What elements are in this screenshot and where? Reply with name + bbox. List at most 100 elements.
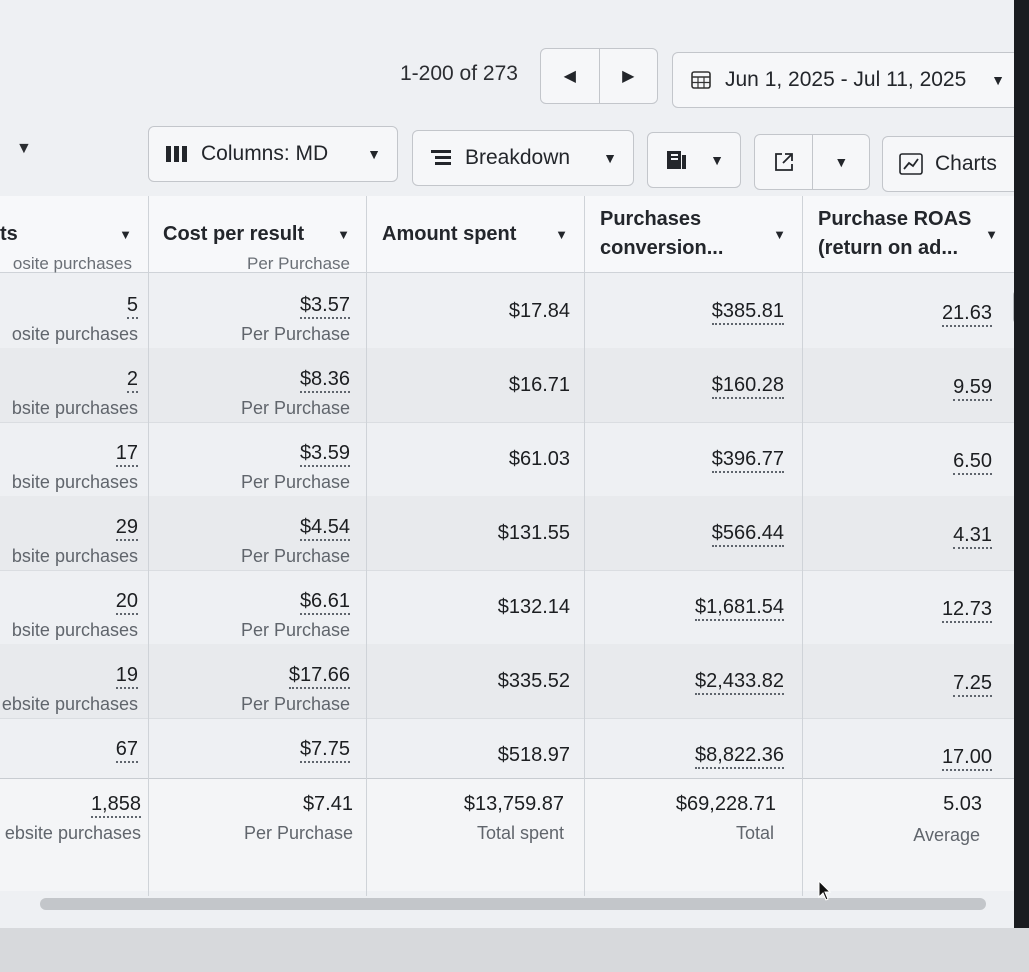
columns-button[interactable]: Columns: MD ▼ xyxy=(148,126,398,182)
results-cell[interactable]: 67 xyxy=(115,738,138,763)
column-header-amount-spent[interactable]: Amount spent ▼ xyxy=(366,196,584,272)
roas-cell[interactable]: 12.73 xyxy=(941,598,992,623)
total-results-value: 1,858 xyxy=(90,793,141,818)
total-results[interactable]: 1,858 xyxy=(90,793,141,818)
report-icon xyxy=(667,151,686,169)
cost-per-result-cell[interactable]: $6.61 xyxy=(299,590,350,615)
chevron-down-icon: ▼ xyxy=(710,152,724,168)
results-sub-cell: osite purchases xyxy=(11,324,138,344)
roas-cell-value: 17.00 xyxy=(941,746,992,771)
amount-spent-cell: $17.84 xyxy=(508,300,570,322)
column-header-label: Purchase ROAS (return on ad... xyxy=(818,205,971,263)
date-range-picker[interactable]: Jun 1, 2025 - Jul 11, 2025 ▼ xyxy=(672,52,1014,108)
cost-per-result-cell[interactable]: $7.75 xyxy=(299,738,350,763)
chevron-down-icon: ▼ xyxy=(773,226,786,242)
results-cell[interactable]: 29 xyxy=(115,516,138,541)
chevron-left-icon: ◀ xyxy=(563,68,576,85)
chevron-right-icon: ▶ xyxy=(622,68,635,85)
purchases-value-cell-value: $396.77 xyxy=(711,448,784,473)
roas-cell-value: 4.31 xyxy=(953,524,992,549)
results-sub-cell: bsite purchases xyxy=(11,472,138,492)
table-header: ts ▼ Cost per result ▼ Amount spent ▼ Pu… xyxy=(0,196,1014,273)
table-row[interactable]: 5 osite purchases $3.57 Per Purchase $17.84 $… xyxy=(0,274,1014,349)
horizontal-scrollbar[interactable] xyxy=(40,898,986,910)
results-cell-value: 17 xyxy=(115,442,138,467)
roas-cell[interactable]: 6.50 xyxy=(953,450,992,475)
table-row[interactable]: 29 bsite purchases $4.54 Per Purchase $131.5… xyxy=(0,496,1014,571)
cost-per-result-cell-value: $7.75 xyxy=(299,738,350,763)
purchases-value-cell[interactable]: $396.77 xyxy=(711,448,784,473)
cost-per-result-cell-value: $3.57 xyxy=(299,294,350,319)
chevron-down-icon[interactable]: ▼ xyxy=(16,140,32,158)
roas-cell[interactable]: 7.25 xyxy=(953,672,992,697)
export-button-group: ▼ xyxy=(754,134,870,190)
scrolled-row-peek: Per Purchase xyxy=(247,254,350,273)
roas-cell[interactable]: 21.63 xyxy=(941,302,992,327)
table-row[interactable]: 19 ebsite purchases $17.66 Per Purchase $335… xyxy=(0,644,1014,719)
amount-spent-cell: $132.14 xyxy=(497,596,570,618)
column-header-purchases-conversion[interactable]: Purchases conversion... ▼ xyxy=(584,196,802,272)
reports-button[interactable]: ▼ xyxy=(647,132,741,188)
cost-per-result-cell[interactable]: $3.57 xyxy=(299,294,350,319)
roas-cell[interactable]: 17.00 xyxy=(941,746,992,771)
amount-spent-cell: $518.97 xyxy=(497,744,570,766)
cost-per-result-cell-value: $17.66 xyxy=(288,664,350,689)
column-divider xyxy=(802,196,803,896)
chart-icon xyxy=(899,153,923,175)
export-menu-button[interactable]: ▼ xyxy=(813,135,869,189)
column-divider xyxy=(584,196,585,896)
results-cell[interactable]: 19 xyxy=(115,664,138,689)
column-header-label: Purchases conversion... xyxy=(600,205,723,263)
table-row[interactable]: 2 bsite purchases $8.36 Per Purchase $16.71 $… xyxy=(0,348,1014,423)
breakdown-button[interactable]: Breakdown ▼ xyxy=(412,130,634,186)
chevron-down-icon: ▼ xyxy=(991,72,1005,88)
results-cell[interactable]: 20 xyxy=(115,590,138,615)
previous-page-button[interactable]: ◀ xyxy=(541,49,599,103)
cost-per-result-cell-value: $6.61 xyxy=(299,590,350,615)
total-results-sub: ebsite purchases xyxy=(4,823,141,843)
export-button[interactable] xyxy=(755,135,814,189)
column-header-label: Cost per result xyxy=(163,222,305,245)
column-header-purchase-roas[interactable]: Purchase ROAS (return on ad... ▼ xyxy=(802,196,1014,272)
monitor-bezel xyxy=(0,928,1029,972)
roas-cell-value: 9.59 xyxy=(953,376,992,401)
scrolled-row-peek: osite purchases xyxy=(12,254,132,273)
roas-cell[interactable]: 4.31 xyxy=(953,524,992,549)
total-roas-sub: Average xyxy=(913,825,980,845)
mouse-cursor-icon xyxy=(818,880,832,901)
results-cell[interactable]: 17 xyxy=(115,442,138,467)
header-line: (return on ad... xyxy=(818,237,958,259)
cost-per-result-cell[interactable]: $17.66 xyxy=(288,664,350,689)
charts-button[interactable]: Charts xyxy=(882,136,1014,192)
amount-spent-cell: $61.03 xyxy=(508,448,570,470)
purchases-value-cell[interactable]: $160.28 xyxy=(711,374,784,399)
results-cell[interactable]: 2 xyxy=(126,368,138,393)
cost-sub-cell: Per Purchase xyxy=(240,546,350,566)
results-cell[interactable]: 5 xyxy=(126,294,138,319)
roas-cell[interactable]: 9.59 xyxy=(953,376,992,401)
cost-sub-cell: Per Purchase xyxy=(240,472,350,492)
purchases-value-cell[interactable]: $385.81 xyxy=(711,300,784,325)
total-cost-sub: Per Purchase xyxy=(243,823,353,843)
total-value-sub: Total xyxy=(735,823,774,843)
cost-per-result-cell[interactable]: $4.54 xyxy=(299,516,350,541)
table-row[interactable]: 20 bsite purchases $6.61 Per Purchase $132.1… xyxy=(0,570,1014,645)
cost-sub-cell: Per Purchase xyxy=(240,620,350,640)
chevron-down-icon: ▼ xyxy=(985,226,998,242)
cost-sub-cell: Per Purchase xyxy=(240,324,350,344)
purchases-value-cell[interactable]: $2,433.82 xyxy=(695,670,784,695)
cost-per-result-cell[interactable]: $3.59 xyxy=(299,442,350,467)
cost-per-result-cell[interactable]: $8.36 xyxy=(299,368,350,393)
column-header-label: Amount spent xyxy=(382,222,517,245)
columns-icon xyxy=(166,146,187,162)
next-page-button[interactable]: ▶ xyxy=(598,49,658,103)
purchases-value-cell[interactable]: $1,681.54 xyxy=(695,596,784,621)
calendar-icon xyxy=(691,71,711,89)
purchases-value-cell[interactable]: $8,822.36 xyxy=(695,744,784,769)
total-spent-sub: Total spent xyxy=(476,823,564,843)
pager-group: ◀ ▶ xyxy=(540,48,658,104)
chevron-down-icon: ▼ xyxy=(555,226,568,242)
purchases-value-cell[interactable]: $566.44 xyxy=(711,522,784,547)
table-row[interactable]: 17 bsite purchases $3.59 Per Purchase $61.03… xyxy=(0,422,1014,497)
purchases-value-cell-value: $385.81 xyxy=(711,300,784,325)
